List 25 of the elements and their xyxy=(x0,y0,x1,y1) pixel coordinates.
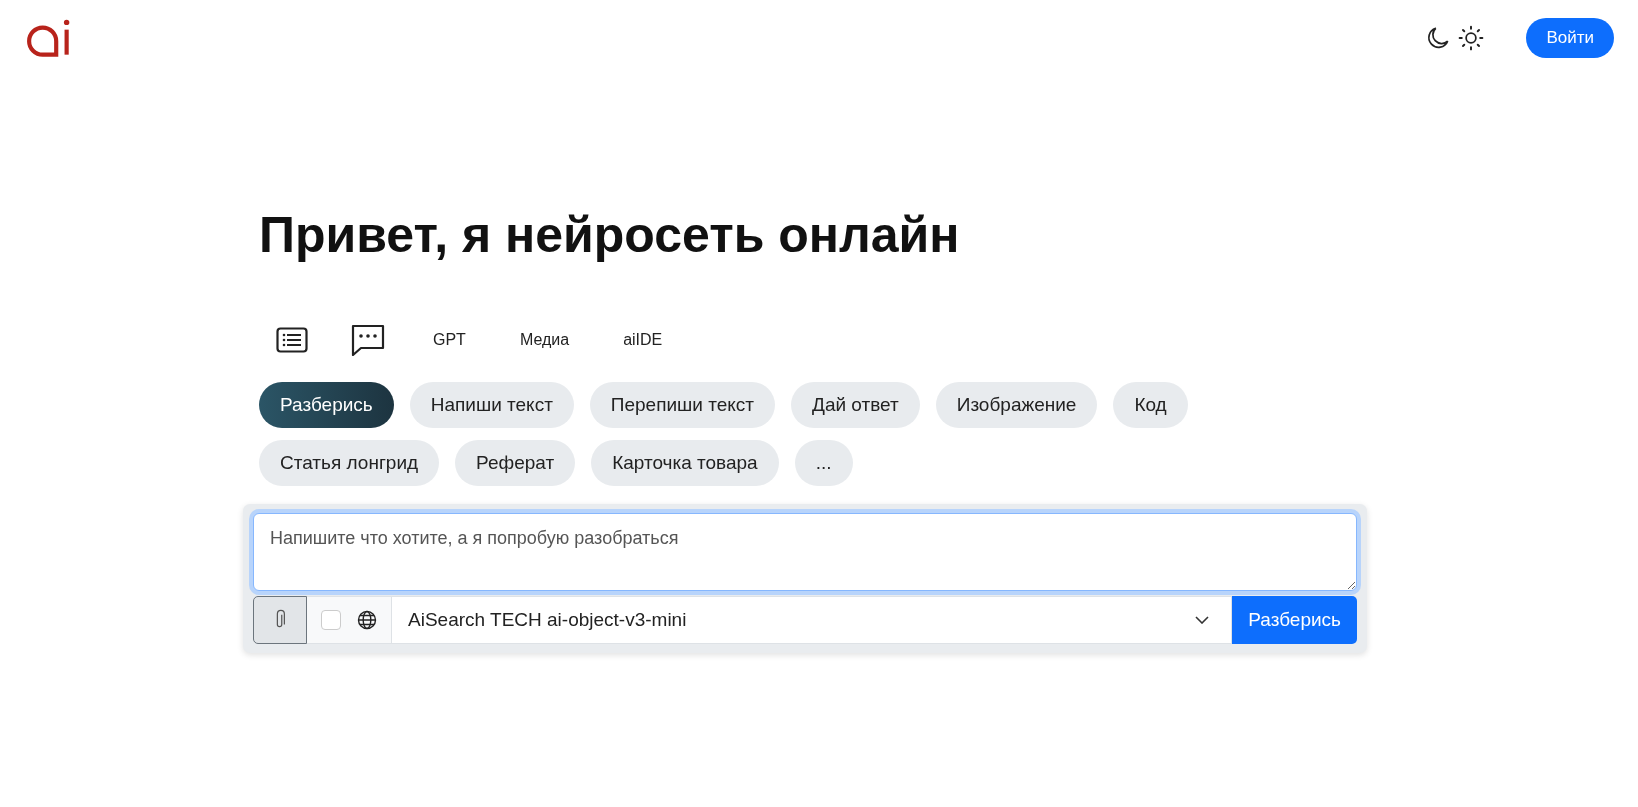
task-chip[interactable]: Перепиши текст xyxy=(589,382,775,428)
task-chip[interactable]: ... xyxy=(794,440,853,486)
list-icon xyxy=(275,327,309,353)
prompt-field[interactable]: Напишите что хотите, а я попробую разобраться xyxy=(253,513,1357,591)
model-select[interactable]: AiSearch TECH ai-object-v3-mini xyxy=(392,596,1233,644)
globe-icon xyxy=(357,610,377,630)
task-chip[interactable]: Изображение xyxy=(935,382,1098,428)
attach-button[interactable] xyxy=(253,596,307,644)
task-chip[interactable]: Напиши текст xyxy=(409,382,574,428)
task-chip[interactable]: Карточка товара xyxy=(591,440,779,486)
task-chip[interactable]: Код xyxy=(1113,382,1188,428)
mode-tab[interactable]: aiIDE xyxy=(601,323,685,359)
login-button[interactable]: Войти xyxy=(1526,18,1614,58)
web-search-checkbox[interactable] xyxy=(321,610,341,630)
task-chip[interactable]: Разберись xyxy=(259,382,394,428)
chat-bubble-icon xyxy=(351,324,385,356)
sun-icon[interactable] xyxy=(1458,25,1485,51)
mode-tab[interactable]: GPT xyxy=(411,323,488,359)
task-chip[interactable]: Статья лонгрид xyxy=(259,440,440,486)
task-chip[interactable]: Реферат xyxy=(455,440,576,486)
page-heading: Привет, я нейросеть онлайн xyxy=(259,206,961,264)
mode-tab[interactable]: Медиа xyxy=(497,323,592,359)
task-chip[interactable]: Дай ответ xyxy=(791,382,920,428)
chevron-down-icon xyxy=(1195,616,1210,624)
submit-button[interactable]: Разберись xyxy=(1232,596,1357,644)
